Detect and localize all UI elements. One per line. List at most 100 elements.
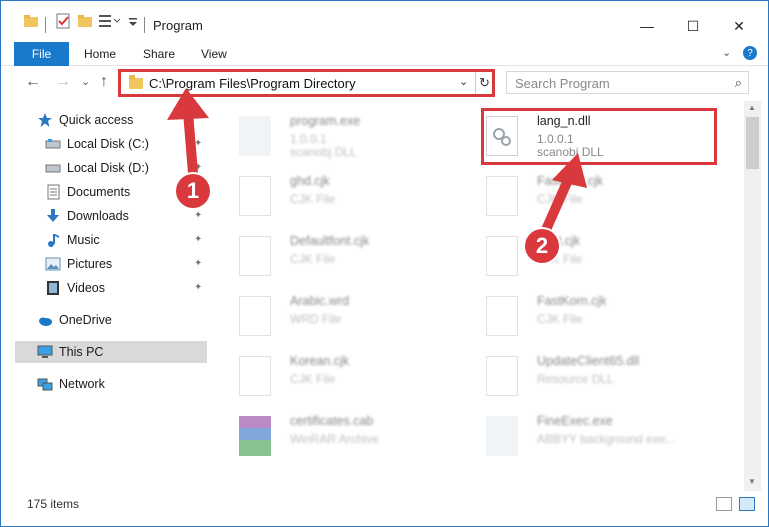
up-button[interactable]: ↑ xyxy=(100,73,108,91)
address-row: ← → ⌄ ↑ C:\Program Files\Program Directo… xyxy=(1,66,768,101)
sidebar-item-pictures[interactable]: Pictures xyxy=(45,253,112,275)
list-item[interactable]: program.exe 1.0.0.1 scanobj DLL xyxy=(214,105,454,161)
title-bar: Program — ☐ ✕ xyxy=(1,1,768,41)
sidebar-item-this-pc[interactable]: This PC xyxy=(15,341,207,363)
file-icon xyxy=(486,176,518,216)
file-name: certificates.cab xyxy=(290,414,374,428)
computer-icon xyxy=(37,344,53,360)
tab-view[interactable]: View xyxy=(201,47,227,61)
sidebar-item-network[interactable]: Network xyxy=(37,373,105,395)
sidebar-item-onedrive[interactable]: OneDrive xyxy=(37,309,112,331)
vertical-scrollbar[interactable]: ▲ ▼ xyxy=(744,101,761,491)
list-item[interactable]: ghd.cjk CJK File xyxy=(214,165,454,221)
file-name: UpdateClient65.dll xyxy=(537,354,640,368)
details-view-icon[interactable] xyxy=(716,497,732,511)
minimize-button[interactable]: — xyxy=(624,11,670,41)
sidebar-item-local-disk-c[interactable]: Local Disk (C:) xyxy=(45,133,149,155)
sidebar-item-videos[interactable]: Videos xyxy=(45,277,105,299)
file-name: ghd.cjk xyxy=(290,174,330,188)
search-input[interactable]: Search Program ⌕ xyxy=(506,71,749,94)
list-item[interactable]: Fast.cjk CJK File xyxy=(461,225,701,281)
search-icon[interactable]: ⌕ xyxy=(735,75,742,91)
sidebar-item-label: Documents xyxy=(67,185,131,199)
sidebar-item-label: Pictures xyxy=(67,257,113,271)
scroll-down-icon[interactable]: ▼ xyxy=(748,477,756,486)
address-dropdown-button[interactable]: ⌄ xyxy=(459,75,468,88)
tab-file[interactable]: File xyxy=(14,42,69,66)
documents-icon xyxy=(45,184,61,200)
download-icon xyxy=(45,208,61,224)
sidebar-item-label: Videos xyxy=(67,281,105,295)
forward-button[interactable]: → xyxy=(55,73,71,91)
star-icon xyxy=(37,112,53,128)
list-item[interactable]: certificates.cab WinRAR Archive xyxy=(214,405,454,461)
pictures-icon xyxy=(45,256,61,272)
sidebar-item-label: OneDrive xyxy=(59,313,112,327)
file-name: FineExec.exe xyxy=(537,414,613,428)
file-icon xyxy=(486,296,518,336)
sidebar-item-documents[interactable]: Documents xyxy=(45,181,130,203)
tab-share[interactable]: Share xyxy=(143,47,175,61)
file-description: scanobj DLL xyxy=(290,145,357,159)
file-version: 1.0.0.1 xyxy=(290,132,327,146)
list-item[interactable]: Korean.cjk CJK File xyxy=(214,345,454,401)
sidebar-item-label: Local Disk (C:) xyxy=(67,137,149,151)
folder-icon xyxy=(129,75,143,89)
close-button[interactable]: ✕ xyxy=(716,11,762,41)
sidebar-item-local-disk-d[interactable]: Local Disk (D:) xyxy=(45,157,149,179)
sidebar-item-quick-access[interactable]: Quick access xyxy=(37,109,133,131)
pin-icon[interactable]: ✦ xyxy=(194,258,202,269)
file-name: Korean.cjk xyxy=(290,354,350,368)
list-item[interactable]: FastKorn.cjk CJK File xyxy=(461,285,701,341)
sidebar-item-label: Quick access xyxy=(59,113,134,127)
back-button[interactable]: ← xyxy=(25,73,41,91)
pin-icon[interactable]: ✦ xyxy=(194,234,202,245)
file-type: CJK File xyxy=(290,252,336,266)
recent-locations-button[interactable]: ⌄ xyxy=(81,75,90,88)
list-item[interactable]: Defaultfont.cjk CJK File xyxy=(214,225,454,281)
file-type: CJK File xyxy=(537,192,583,206)
pin-icon[interactable]: ✦ xyxy=(194,162,202,173)
window-title: Program xyxy=(153,18,203,33)
sidebar-item-label: Network xyxy=(59,377,105,391)
customize-icon[interactable] xyxy=(98,13,121,31)
new-folder-icon[interactable] xyxy=(77,13,95,31)
callout-badge-2: 2 xyxy=(525,229,559,263)
separator xyxy=(144,17,145,33)
cloud-icon xyxy=(37,312,53,328)
address-path[interactable]: C:\Program Files\Program Directory xyxy=(149,76,356,91)
ribbon-tabs: File Home Share View ⌄ ? xyxy=(1,41,768,66)
videos-icon xyxy=(45,280,61,296)
file-type: WinRAR Archive xyxy=(290,432,379,446)
exe-file-icon xyxy=(486,416,518,456)
address-bar[interactable]: C:\Program Files\Program Directory ⌄ ↻ xyxy=(118,69,495,97)
scrollbar-thumb[interactable] xyxy=(746,117,759,169)
help-button[interactable]: ? xyxy=(743,46,757,60)
status-bar: 175 items xyxy=(1,491,768,526)
item-count: 175 items xyxy=(27,497,80,511)
tab-home[interactable]: Home xyxy=(84,47,116,61)
sidebar-item-label: Downloads xyxy=(67,209,129,223)
sidebar-item-downloads[interactable]: Downloads xyxy=(45,205,129,227)
list-item[interactable]: Arabic.wrd WRD File xyxy=(214,285,454,341)
properties-icon[interactable] xyxy=(55,13,73,31)
pin-icon[interactable]: ✦ xyxy=(194,282,202,293)
drive-icon xyxy=(45,136,61,152)
file-type: WRD File xyxy=(290,312,342,326)
file-type: Resource DLL xyxy=(537,372,614,386)
network-icon xyxy=(37,376,53,392)
ribbon-collapse-button[interactable]: ⌄ xyxy=(722,46,731,59)
maximize-button[interactable]: ☐ xyxy=(670,11,716,41)
quick-access-dropdown-icon[interactable] xyxy=(127,13,145,31)
pin-icon[interactable]: ✦ xyxy=(194,138,202,149)
large-icons-view-icon[interactable] xyxy=(739,497,755,511)
refresh-button[interactable]: ↻ xyxy=(475,72,493,94)
scroll-up-icon[interactable]: ▲ xyxy=(748,103,756,112)
list-item[interactable]: FineExec.exe ABBYY background exe... xyxy=(461,405,701,461)
sidebar-item-music[interactable]: Music xyxy=(45,229,100,251)
list-item[interactable]: UpdateClient65.dll Resource DLL xyxy=(461,345,701,401)
file-icon xyxy=(486,236,518,276)
file-type: CJK File xyxy=(290,372,336,386)
list-item[interactable]: FastHeb.cjk CJK File xyxy=(461,165,701,221)
pin-icon[interactable]: ✦ xyxy=(194,210,202,221)
